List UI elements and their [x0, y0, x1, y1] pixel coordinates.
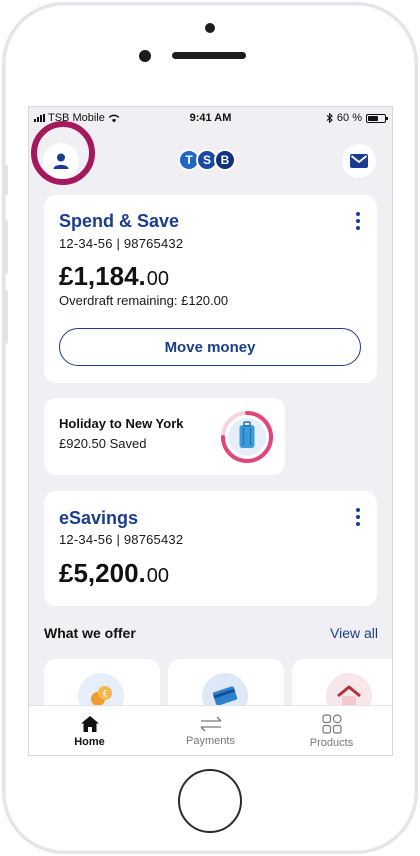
home-icon — [80, 716, 99, 732]
overdraft-remaining: Overdraft remaining: £120.00 — [59, 293, 229, 308]
messages-button[interactable] — [342, 144, 376, 178]
suitcase-icon — [239, 421, 255, 448]
account-card-esavings[interactable]: eSavings 12-34-56 | 98765432 £5,200.00 — [44, 491, 377, 606]
savings-goal-card[interactable]: Holiday to New York £920.50 Saved — [44, 398, 285, 475]
account-menu-icon[interactable] — [354, 508, 362, 526]
logo-letter: B — [214, 149, 236, 171]
profile-button[interactable] — [43, 143, 79, 179]
volume-down-button — [4, 290, 8, 344]
account-number: 12-34-56 | 98765432 — [59, 532, 184, 547]
account-number: 12-34-56 | 98765432 — [59, 236, 184, 251]
nav-label: Products — [309, 737, 354, 749]
goal-saved-amount: £920.50 Saved — [59, 436, 147, 451]
balance-pence: 00 — [146, 565, 169, 587]
home-hardware-button[interactable] — [178, 769, 242, 833]
account-balance: £5,200.00 — [59, 558, 169, 589]
front-camera — [139, 50, 151, 62]
balance-pounds: £1,184. — [59, 261, 146, 291]
account-card-spend-save[interactable]: Spend & Save 12-34-56 | 98765432 £1,184.… — [44, 195, 377, 383]
svg-text:£: £ — [102, 690, 108, 700]
account-menu-icon[interactable] — [354, 212, 362, 230]
bluetooth-icon — [326, 113, 333, 123]
account-name: Spend & Save — [59, 211, 180, 231]
battery-percent: 60 % — [336, 112, 362, 124]
balance-pence: 00 — [146, 268, 169, 290]
earpiece-speaker — [172, 52, 246, 59]
nav-label: Home — [74, 736, 105, 748]
balance-pounds: £5,200. — [59, 558, 146, 588]
goal-title: Holiday to New York — [59, 416, 184, 431]
grid-icon — [321, 714, 342, 734]
offers-heading: What we offer — [44, 625, 136, 641]
status-bar: TSB Mobile 9:41 AM 60 % — [29, 107, 392, 129]
envelope-icon — [350, 154, 368, 168]
nav-label: Payments — [186, 735, 235, 747]
silent-switch — [4, 165, 8, 195]
front-sensor — [205, 23, 215, 33]
battery-icon — [366, 113, 388, 123]
account-balance: £1,184.00 — [59, 261, 169, 292]
view-all-link[interactable]: View all — [330, 625, 378, 641]
nav-payments[interactable]: Payments — [150, 706, 271, 755]
volume-up-button — [4, 220, 8, 274]
account-name: eSavings — [59, 508, 139, 528]
nav-home[interactable]: Home — [29, 706, 150, 755]
bottom-nav: Home Payments Products — [29, 705, 392, 755]
tsb-logo: T S B — [178, 149, 236, 171]
nav-products[interactable]: Products — [271, 706, 392, 755]
move-money-button[interactable]: Move money — [59, 328, 361, 366]
app-screen: TSB Mobile 9:41 AM 60 % T S B Spend & Sa… — [28, 106, 393, 756]
user-icon — [53, 153, 69, 169]
transfer-arrows-icon — [200, 716, 221, 732]
goal-progress-ring — [221, 411, 273, 463]
